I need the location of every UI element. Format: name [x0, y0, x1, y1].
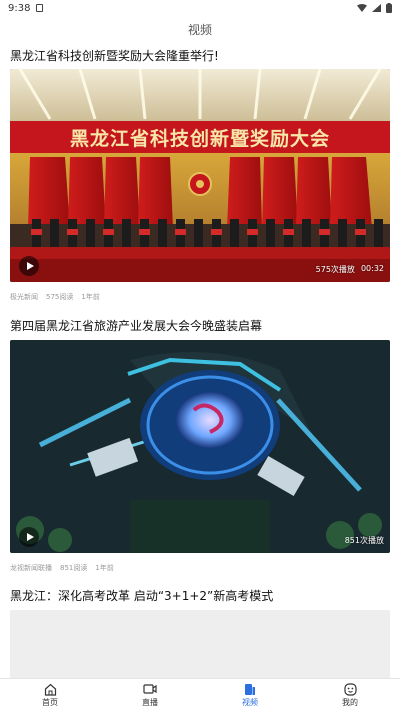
video-icon — [243, 682, 257, 696]
play-count: 575次播放 — [315, 265, 355, 274]
app-header: 视频 — [0, 16, 400, 42]
video-overlay-info: 851次播放 — [345, 535, 384, 546]
tab-label: 直播 — [142, 698, 158, 707]
video-meta: 龙视新闻联播 851阅读 1年前 — [10, 563, 114, 573]
read-count: 575阅读 — [46, 293, 74, 301]
video-feed[interactable]: 黑龙江省科技创新暨奖励大会隆重举行! 黑龙江省科技创新暨奖励大会 575次播放 … — [0, 42, 400, 678]
profile-icon — [343, 682, 357, 696]
read-count: 851阅读 — [60, 564, 88, 572]
tab-label: 我的 — [342, 698, 358, 707]
publish-time: 1年前 — [81, 293, 100, 301]
tab-home[interactable]: 首页 — [0, 679, 100, 711]
signal-icon — [372, 4, 381, 12]
home-icon — [43, 682, 57, 696]
video-thumbnail[interactable] — [10, 610, 390, 678]
video-thumbnail[interactable]: 黑龙江省科技创新暨奖励大会 575次播放 00:32 — [10, 69, 390, 282]
video-card[interactable]: 黑龙江：深化高考改革 启动“3+1+2”新高考模式 — [0, 588, 400, 678]
wifi-icon — [357, 4, 367, 12]
conference-scene-image — [10, 69, 390, 282]
tab-label: 首页 — [42, 698, 58, 707]
publish-time: 1年前 — [95, 564, 114, 572]
bottom-tab-bar: 首页 直播 视频 我的 — [0, 678, 400, 711]
battery-icon — [386, 3, 392, 13]
page-title: 视频 — [187, 22, 212, 37]
video-card[interactable]: 黑龙江省科技创新暨奖励大会隆重举行! 黑龙江省科技创新暨奖励大会 575次播放 … — [0, 42, 400, 304]
night-stage-aerial-image — [10, 340, 390, 553]
play-count: 851次播放 — [344, 536, 384, 545]
tab-live[interactable]: 直播 — [100, 679, 200, 711]
video-thumbnail[interactable]: 851次播放 — [10, 340, 390, 553]
video-meta: 极光新闻 575阅读 1年前 — [10, 292, 100, 302]
video-title[interactable]: 第四届黑龙江省旅游产业发展大会今晚盛装启幕 — [10, 318, 390, 334]
status-bar: 9:38 — [0, 0, 400, 16]
video-source: 龙视新闻联播 — [10, 564, 52, 572]
play-button[interactable] — [19, 256, 39, 276]
banner-text: 黑龙江省科技创新暨奖励大会 — [69, 127, 330, 150]
tab-profile[interactable]: 我的 — [300, 679, 400, 711]
video-duration: 00:32 — [360, 264, 384, 273]
play-button[interactable] — [19, 527, 39, 547]
video-overlay-info: 575次播放 00:32 — [316, 264, 384, 275]
video-source: 极光新闻 — [10, 293, 38, 301]
live-icon — [143, 682, 157, 696]
notification-icon — [36, 4, 44, 12]
video-title[interactable]: 黑龙江：深化高考改革 启动“3+1+2”新高考模式 — [10, 588, 390, 604]
tab-label: 视频 — [242, 698, 258, 707]
tab-video[interactable]: 视频 — [200, 679, 300, 711]
video-card[interactable]: 第四届黑龙江省旅游产业发展大会今晚盛装启幕 851次播放 龙视新闻联播 851阅… — [0, 312, 400, 578]
status-time: 9:38 — [8, 2, 31, 14]
video-title[interactable]: 黑龙江省科技创新暨奖励大会隆重举行! — [10, 48, 390, 64]
